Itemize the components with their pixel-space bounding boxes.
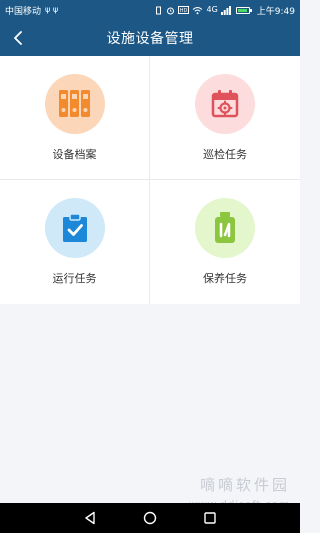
menu-item-maintenance-task[interactable]: 保养任务 xyxy=(150,180,300,304)
status-time: 上午9:49 xyxy=(256,6,295,17)
binders-icon xyxy=(58,90,90,117)
square-recents-icon xyxy=(204,512,216,524)
circle-home-icon xyxy=(143,511,157,525)
menu-icon-circle xyxy=(195,198,255,258)
system-back-button[interactable] xyxy=(79,507,101,529)
signal-icon xyxy=(220,5,231,15)
system-recents-button[interactable] xyxy=(199,507,221,529)
menu-item-operation-task[interactable]: 运行任务 xyxy=(0,180,150,304)
network-type: 4G xyxy=(206,5,218,14)
status-left: 中国移动 ψ ψ xyxy=(5,4,58,17)
oil-can-icon xyxy=(215,212,235,243)
battery-icon xyxy=(235,6,252,14)
status-bar: 中国移动 ψ ψ HD 4G 上午9:49 xyxy=(0,0,300,20)
wifi-icon xyxy=(193,6,203,14)
menu-icon-circle xyxy=(195,74,255,134)
hd-icon: HD xyxy=(178,6,190,14)
menu-item-label: 设备档案 xyxy=(52,148,97,161)
menu-icon-circle xyxy=(44,74,105,134)
header-bar: 设施设备管理 xyxy=(0,20,300,56)
menu-item-inspection-task[interactable]: 巡检任务 xyxy=(150,56,300,180)
clipboard-check-icon xyxy=(62,213,87,242)
carrier-name: 中国移动 xyxy=(5,6,42,17)
alarm-icon xyxy=(167,7,175,14)
menu-grid: 设备档案 巡检任务 运行任务 保养任务 xyxy=(0,56,300,304)
menu-icon-circle xyxy=(44,198,105,258)
calendar-gear-icon xyxy=(211,90,239,118)
status-right: HD 4G 上午9:49 xyxy=(154,4,295,17)
menu-item-label: 运行任务 xyxy=(52,272,97,285)
page-title: 设施设备管理 xyxy=(106,31,194,47)
system-home-button[interactable] xyxy=(139,507,161,529)
back-button[interactable] xyxy=(6,26,30,50)
svg-text:HD: HD xyxy=(180,8,188,14)
usb-icon: ψ ψ xyxy=(45,5,59,14)
triangle-back-icon xyxy=(85,511,95,525)
watermark-text: 嘀嘀软件园 xyxy=(199,476,290,494)
chevron-left-icon xyxy=(14,31,22,45)
menu-item-equipment-archive[interactable]: 设备档案 xyxy=(0,56,150,180)
menu-item-label: 巡检任务 xyxy=(203,148,247,161)
menu-item-label: 保养任务 xyxy=(203,272,247,285)
vibrate-icon xyxy=(156,6,162,14)
system-nav-bar xyxy=(0,503,300,533)
